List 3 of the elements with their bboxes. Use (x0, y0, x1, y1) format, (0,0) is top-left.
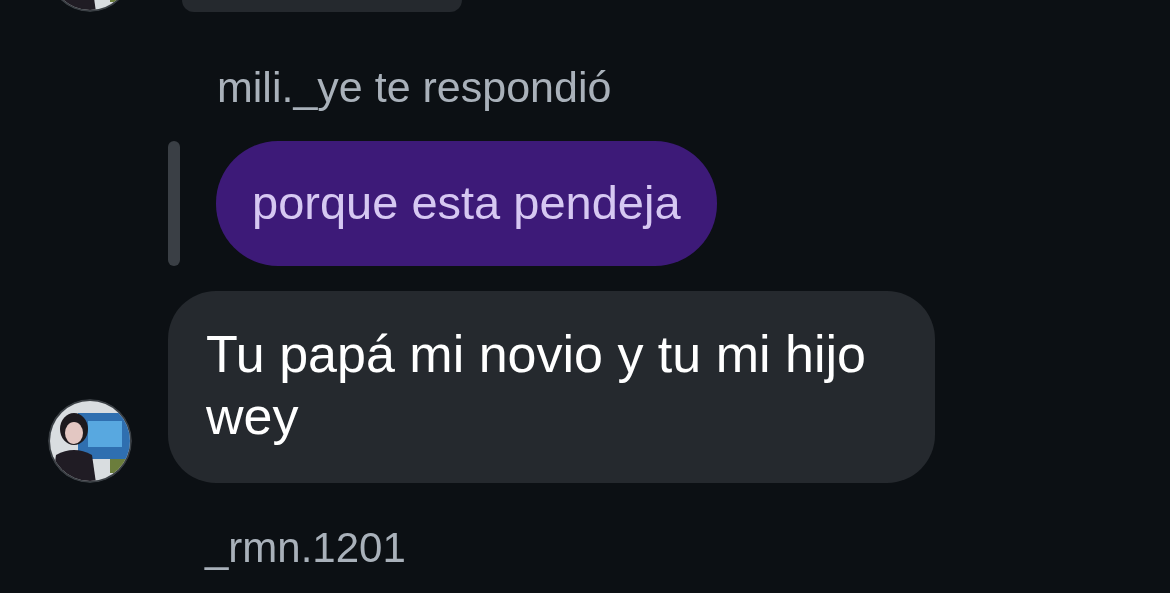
quoted-message-bubble: porque esta pendeja (216, 141, 717, 266)
message-bubble: Tu papá mi novio y tu mi hijo wey (168, 291, 935, 483)
sender-name: _rmn.1201 (205, 528, 407, 568)
